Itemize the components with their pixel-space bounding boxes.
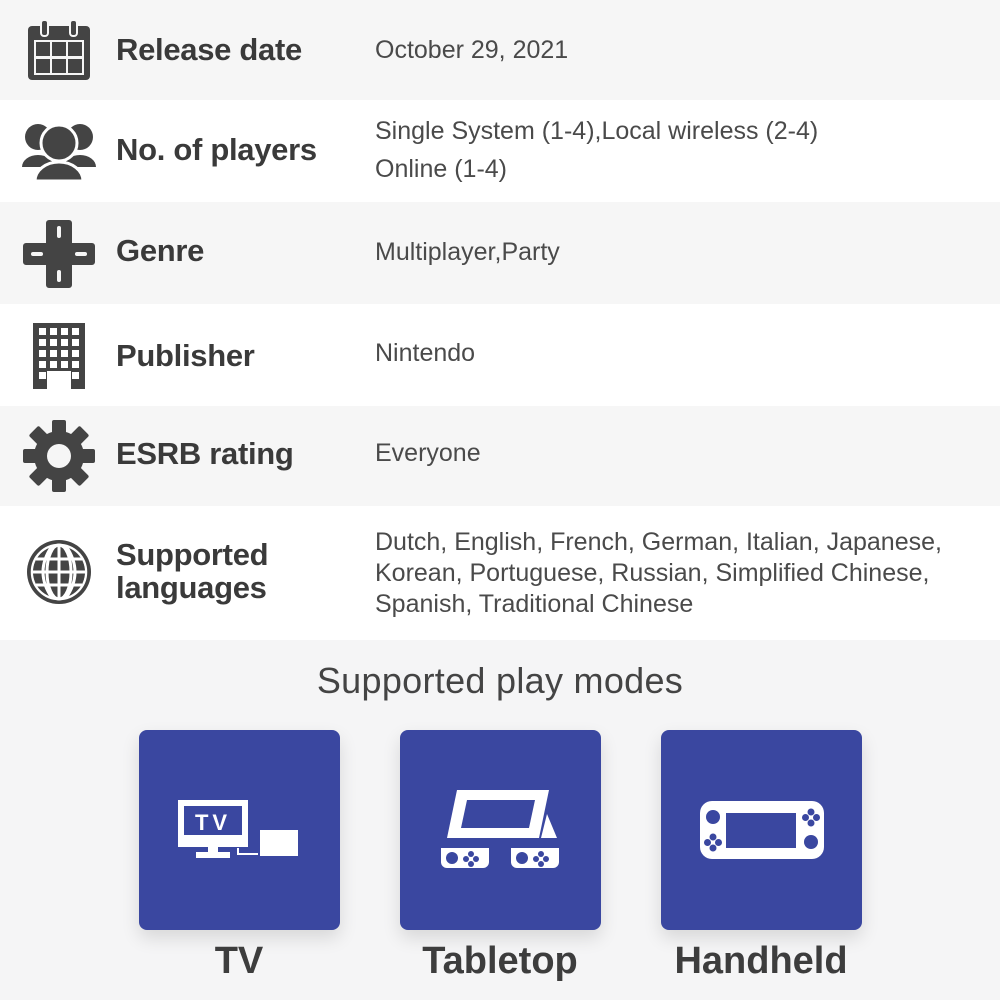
spec-value-line: Dutch, English, French, German, Italian,…: [375, 528, 942, 556]
mode-card-tv: TV: [139, 730, 340, 930]
spec-value-line: Spanish, Traditional Chinese: [375, 590, 694, 618]
spec-value: Single System (1-4),Local wireless (2-4)…: [375, 112, 818, 188]
spec-row-publisher: Publisher Nintendo: [0, 304, 1000, 406]
tv-icon-text: TV: [194, 810, 230, 835]
spec-label-line: languages: [116, 570, 267, 605]
building-icon: [22, 320, 96, 390]
spec-value: Multiplayer,Party: [375, 238, 560, 266]
mode-label-tabletop: Tabletop: [422, 940, 578, 982]
spec-value: Everyone: [375, 439, 481, 467]
spec-row-esrb: ESRB rating Everyone: [0, 406, 1000, 506]
spec-label-line: Supported: [116, 537, 269, 572]
handheld-mode-icon: [699, 801, 824, 859]
tabletop-mode-icon: [440, 790, 559, 868]
spec-label: Genre: [116, 233, 205, 268]
spec-value-line: Korean, Portuguese, Russian, Simplified …: [375, 559, 930, 587]
spec-row-languages: Supported languages Dutch, English, Fren…: [0, 506, 1000, 640]
spec-row-genre: Genre Multiplayer,Party: [0, 202, 1000, 304]
spec-value-line: Single System (1-4),Local wireless (2-4): [375, 117, 819, 145]
spec-value-line: Online (1-4): [375, 155, 507, 183]
spec-label: ESRB rating: [116, 436, 294, 471]
players-icon: [22, 118, 96, 186]
mode-label-tv: TV: [214, 940, 264, 982]
spec-label: Supported languages: [116, 537, 269, 605]
play-modes-section: Supported play modes TV TV Tabletop Hand…: [0, 640, 1000, 1000]
mode-card-handheld: [661, 730, 862, 930]
globe-icon: [22, 536, 96, 608]
dpad-icon: [22, 218, 96, 290]
spec-value: Nintendo: [375, 339, 476, 367]
spec-label: No. of players: [116, 132, 317, 167]
spec-label: Release date: [116, 32, 302, 67]
calendar-icon: [22, 14, 96, 86]
gear-icon: [22, 418, 96, 494]
mode-card-tabletop: [400, 730, 601, 930]
spec-row-players: No. of players Single System (1-4),Local…: [0, 100, 1000, 202]
tv-mode-icon: TV: [177, 800, 298, 858]
spec-value: Dutch, English, French, German, Italian,…: [375, 527, 942, 620]
play-modes-title: Supported play modes: [316, 660, 684, 701]
spec-value: October 29, 2021: [375, 36, 569, 64]
spec-row-release-date: Release date October 29, 2021: [0, 0, 1000, 100]
spec-label: Publisher: [116, 338, 255, 373]
mode-label-handheld: Handheld: [674, 940, 848, 982]
